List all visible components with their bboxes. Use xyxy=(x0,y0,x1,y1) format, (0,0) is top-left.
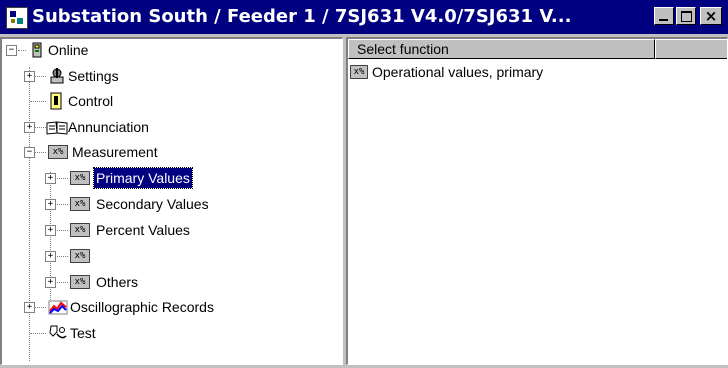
settings-icon xyxy=(48,67,66,84)
list-item-label: Operational values, primary xyxy=(372,64,544,80)
oscillograph-icon xyxy=(48,299,68,315)
expand-icon[interactable]: + xyxy=(24,302,35,313)
tree-connector xyxy=(54,204,68,205)
control-icon xyxy=(48,92,66,110)
measurement-icon: x% xyxy=(70,171,90,185)
maximize-icon xyxy=(681,11,692,22)
tree-label: Oscillographic Records xyxy=(70,299,214,315)
tree-label-selected: Primary Values xyxy=(93,167,193,189)
tree-item-online[interactable]: − Online xyxy=(2,40,332,60)
expand-icon[interactable]: + xyxy=(45,277,56,288)
tree-item-others[interactable]: + x% Others xyxy=(2,272,332,292)
app-window: Substation South / Feeder 1 / 7SJ631 V4.… xyxy=(0,0,728,368)
tree-label: Test xyxy=(70,325,96,341)
measurement-icon: x% xyxy=(48,145,68,159)
close-button[interactable]: × xyxy=(700,7,722,25)
annunciation-icon xyxy=(46,120,68,136)
tree-item-control[interactable]: Control xyxy=(2,91,332,111)
tree-label: Secondary Values xyxy=(96,196,209,212)
expand-icon[interactable]: + xyxy=(24,71,35,82)
tree-item-test[interactable]: Test xyxy=(2,323,332,343)
column-header-empty[interactable] xyxy=(655,39,727,59)
tree-label: Annunciation xyxy=(68,119,149,135)
measurement-icon: x% xyxy=(70,197,90,211)
tree-connector xyxy=(54,178,68,179)
measurement-icon: x% xyxy=(70,275,90,289)
measurement-icon: x% xyxy=(70,223,90,237)
navigation-tree[interactable]: − Online + Settings Control + Annunciati… xyxy=(0,37,343,365)
expand-icon[interactable]: + xyxy=(45,251,56,262)
tree-label: Percent Values xyxy=(96,222,190,238)
function-list[interactable]: Select function x% Operational values, p… xyxy=(346,37,728,365)
tree-connector xyxy=(34,76,46,77)
tree-label: Measurement xyxy=(72,144,158,160)
tree-connector xyxy=(34,152,46,153)
tree-item-measurement[interactable]: − x% Measurement xyxy=(2,142,332,162)
tree-connector xyxy=(34,307,46,308)
expand-icon[interactable]: + xyxy=(24,122,35,133)
minimize-icon xyxy=(659,19,668,21)
measurement-icon: x% xyxy=(350,65,368,79)
tree-item-secondary-values[interactable]: + x% Secondary Values xyxy=(2,194,332,214)
tree-label: Settings xyxy=(68,68,119,84)
tree-label: Online xyxy=(48,42,89,58)
collapse-icon[interactable]: − xyxy=(24,147,35,158)
maximize-button[interactable] xyxy=(676,7,696,25)
tree-label: Others xyxy=(96,274,139,290)
tree-label: Control xyxy=(68,93,114,109)
expand-icon[interactable]: + xyxy=(45,199,56,210)
tree-connector xyxy=(54,256,68,257)
close-icon: × xyxy=(704,7,718,25)
tree-item-primary-values[interactable]: + x% Primary Values xyxy=(2,167,332,189)
test-icon xyxy=(48,324,67,340)
expand-icon[interactable]: + xyxy=(45,225,56,236)
expand-icon[interactable]: + xyxy=(45,173,56,184)
title-bar[interactable]: Substation South / Feeder 1 / 7SJ631 V4.… xyxy=(0,0,728,34)
tree-item-annunciation[interactable]: + Annunciation xyxy=(2,117,332,137)
measurement-icon: x% xyxy=(70,249,90,263)
tree-connector xyxy=(30,101,46,102)
collapse-icon[interactable]: − xyxy=(6,45,17,56)
tree-connector xyxy=(34,127,46,128)
tree-connector xyxy=(54,230,68,231)
app-icon[interactable] xyxy=(6,7,28,29)
minimize-button[interactable] xyxy=(654,7,674,25)
column-header-select-function[interactable]: Select function xyxy=(348,39,655,59)
device-icon xyxy=(30,42,48,58)
window-title: Substation South / Feeder 1 / 7SJ631 V4.… xyxy=(32,6,572,27)
tree-item-percent-values[interactable]: + x% Percent Values xyxy=(2,220,332,240)
tree-item-settings[interactable]: + Settings xyxy=(2,66,332,86)
tree-connector xyxy=(54,282,68,283)
tree-connector xyxy=(30,333,46,334)
tree-item-oscillographic-records[interactable]: + Oscillographic Records xyxy=(2,297,332,317)
tree-item-unnamed[interactable]: + x% xyxy=(2,246,332,266)
